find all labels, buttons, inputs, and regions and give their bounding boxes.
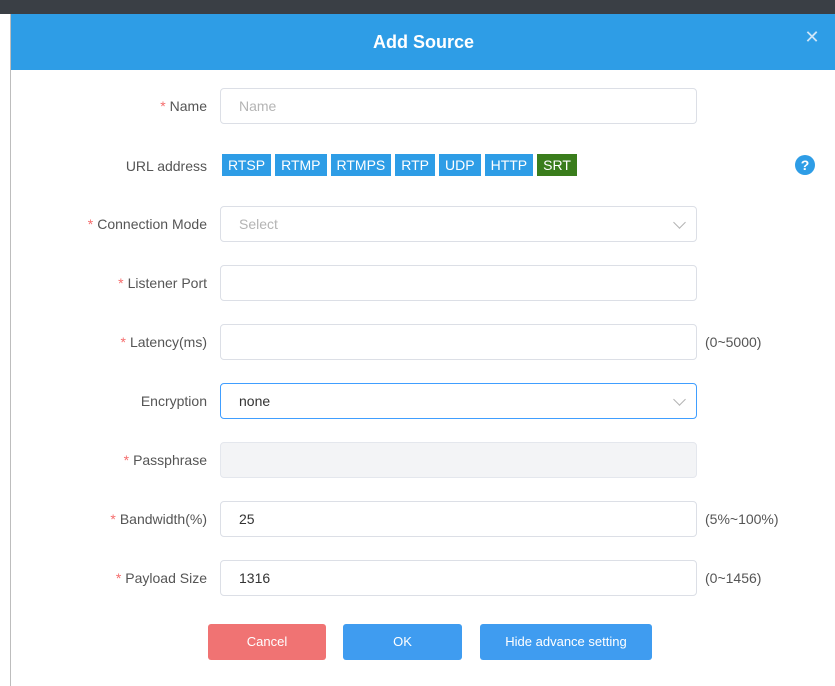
chevron-down-icon bbox=[673, 216, 686, 229]
latency-input[interactable] bbox=[220, 324, 697, 360]
passphrase-input bbox=[220, 442, 697, 478]
payload-size-range-hint: (0~1456) bbox=[705, 570, 762, 586]
add-source-dialog: Add Source ✕ * Name Name URL address RTSP… bbox=[10, 14, 835, 686]
dialog-header: Add Source ✕ bbox=[11, 14, 835, 70]
connection-mode-select[interactable]: Select bbox=[220, 206, 697, 242]
protocol-rtmp[interactable]: RTMP bbox=[275, 154, 327, 176]
encryption-label: Encryption bbox=[140, 393, 207, 409]
bandwidth-input[interactable]: 25 bbox=[220, 501, 697, 537]
encryption-row: Encryption none bbox=[11, 383, 835, 419]
latency-row: * Latency(ms) (0~5000) bbox=[11, 324, 835, 360]
hide-advance-setting-button[interactable]: Hide advance setting bbox=[480, 624, 652, 660]
required-marker: * bbox=[115, 570, 122, 586]
chevron-down-icon bbox=[673, 393, 686, 406]
required-marker: * bbox=[110, 511, 116, 527]
latency-label: * Latency(ms) bbox=[120, 334, 207, 350]
background-page bbox=[0, 0, 835, 14]
required-marker: * bbox=[118, 275, 124, 291]
dialog-title: Add Source bbox=[372, 31, 474, 52]
protocol-http[interactable]: HTTP bbox=[484, 154, 534, 176]
cancel-button[interactable]: Cancel bbox=[208, 624, 326, 660]
name-row: * Name Name bbox=[11, 88, 835, 124]
protocol-rtmps[interactable]: RTMPS bbox=[330, 154, 392, 176]
encryption-value: none bbox=[239, 393, 271, 409]
required-marker: * bbox=[123, 452, 130, 468]
bandwidth-label: * Bandwidth(%) bbox=[110, 511, 207, 527]
ok-button[interactable]: OK bbox=[343, 624, 462, 660]
protocol-rtsp[interactable]: RTSP bbox=[222, 154, 272, 176]
encryption-select[interactable]: none bbox=[220, 383, 697, 419]
name-input[interactable]: Name bbox=[220, 88, 697, 124]
listener-port-input[interactable] bbox=[220, 265, 697, 301]
url-address-label: URL address bbox=[125, 158, 207, 174]
bandwidth-range-hint: (5%~100%) bbox=[705, 511, 779, 527]
required-marker: * bbox=[87, 216, 94, 232]
listener-port-label: * Listener Port bbox=[118, 275, 207, 291]
help-icon[interactable]: ? bbox=[795, 155, 815, 175]
close-icon[interactable]: ✕ bbox=[802, 27, 822, 47]
protocol-tabs: RTSP RTMP RTMPS RTP UDP HTTP SRT bbox=[222, 154, 581, 176]
latency-range-hint: (0~5000) bbox=[705, 334, 762, 350]
passphrase-label: * Passphrase bbox=[123, 452, 207, 468]
payload-size-label: * Payload Size bbox=[115, 570, 207, 586]
passphrase-row: * Passphrase bbox=[11, 442, 835, 478]
payload-size-row: * Payload Size 1316 (0~1456) bbox=[11, 560, 835, 596]
connection-mode-row: * Connection Mode Select bbox=[11, 206, 835, 242]
protocol-rtp[interactable]: RTP bbox=[395, 154, 436, 176]
bandwidth-row: * Bandwidth(%) 25 (5%~100%) bbox=[11, 501, 835, 537]
protocol-udp[interactable]: UDP bbox=[439, 154, 481, 176]
url-address-row: URL address RTSP RTMP RTMPS RTP UDP HTTP… bbox=[11, 148, 835, 184]
payload-size-input[interactable]: 1316 bbox=[220, 560, 697, 596]
required-marker: * bbox=[120, 334, 126, 350]
name-label: * Name bbox=[160, 98, 207, 114]
connection-mode-placeholder: Select bbox=[239, 216, 278, 232]
connection-mode-label: * Connection Mode bbox=[87, 216, 207, 232]
required-marker: * bbox=[160, 98, 166, 114]
listener-port-row: * Listener Port bbox=[11, 265, 835, 301]
protocol-srt[interactable]: SRT bbox=[537, 154, 577, 176]
